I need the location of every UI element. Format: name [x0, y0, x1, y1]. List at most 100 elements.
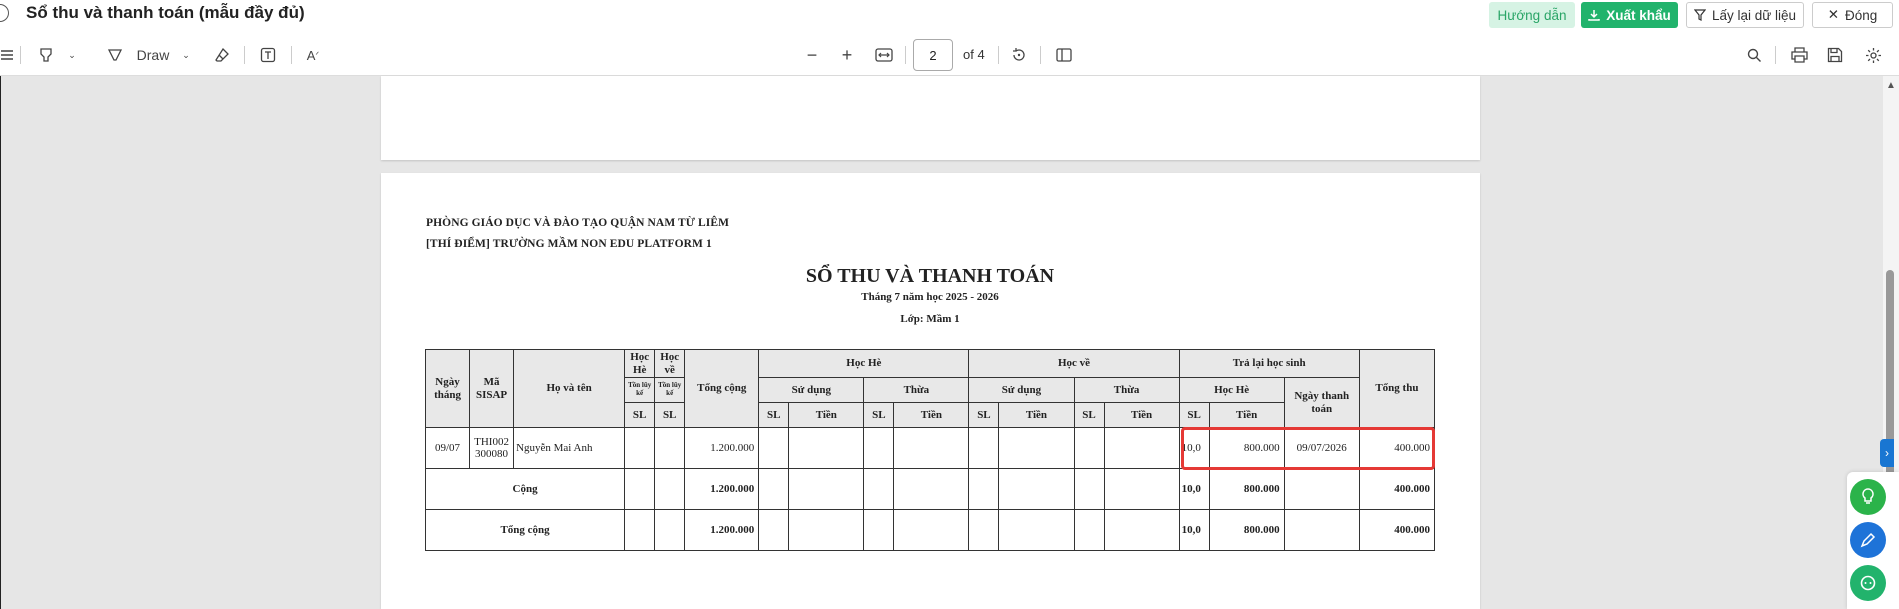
- close-button-label: Đóng: [1845, 7, 1878, 23]
- col-tien: Tiền: [1208, 402, 1285, 428]
- pdf-page-1: [381, 76, 1480, 160]
- org-line-1: PHÒNG GIÁO DỤC VÀ ĐÀO TẠO QUẬN NAM TỪ LI…: [426, 217, 730, 229]
- report-subtitle: Tháng 7 năm học 2025 - 2026: [861, 291, 999, 303]
- group-hoc-he: Học Hè: [758, 349, 970, 378]
- zoom-in-icon[interactable]: +: [837, 44, 857, 66]
- page-number-input[interactable]: 2: [913, 39, 953, 71]
- col-sisap: Mã SISAP: [469, 349, 515, 428]
- menu-icon[interactable]: [0, 44, 14, 66]
- subtotal-tra-sl: 10,0: [1178, 468, 1210, 510]
- subtotal-label: Cộng: [424, 468, 626, 510]
- download-icon: [1588, 10, 1600, 21]
- toolbar-divider: [291, 46, 292, 64]
- col-tien: Tiền: [893, 402, 970, 428]
- close-button[interactable]: ✕ Đóng: [1812, 2, 1893, 28]
- col-sl: SL: [758, 402, 790, 428]
- highlighter-icon[interactable]: [36, 44, 56, 66]
- cell-sisap: THI002 300080: [469, 427, 515, 469]
- col-ton-luy-ke: Tồn lũy kế: [624, 377, 656, 403]
- col-sl: SL: [1073, 402, 1105, 428]
- group-tra-lai: Trả lại học sinh: [1178, 349, 1360, 378]
- col-tong-thu: Tổng thu: [1358, 349, 1436, 428]
- subtotal-tra-tien: 800.000: [1208, 468, 1285, 510]
- total-tra-tien: 800.000: [1208, 509, 1285, 551]
- toolbar-divider: [998, 46, 999, 64]
- col-tien: Tiền: [1103, 402, 1180, 428]
- export-button-label: Xuất khẩu: [1606, 7, 1671, 23]
- col-hoc-ve: Học về: [654, 349, 686, 378]
- total-tong-cong: 1.200.000: [684, 509, 760, 551]
- settings-gear-icon[interactable]: [1862, 44, 1884, 66]
- col-name: Họ và tên: [513, 349, 626, 428]
- pen-draw-icon[interactable]: [104, 44, 126, 66]
- page-title: Sổ thu và thanh toán (mẫu đầy đủ): [26, 3, 305, 22]
- subgroup-thua: Thừa: [1073, 377, 1180, 403]
- col-sl: SL: [1178, 402, 1210, 428]
- col-tien: Tiền: [788, 402, 865, 428]
- subtotal-tong-cong: 1.200.000: [684, 468, 760, 510]
- col-sl: SL: [968, 402, 1000, 428]
- rotate-icon[interactable]: [1008, 44, 1030, 66]
- subtotal-row: Cộng 1.200.000 10,0 800.000 400.000: [424, 468, 1436, 510]
- side-panel-toggle[interactable]: ›: [1880, 439, 1894, 467]
- feedback-icon[interactable]: [1850, 522, 1886, 558]
- print-icon[interactable]: [1788, 44, 1810, 66]
- chevron-down-icon[interactable]: ⌄: [66, 44, 78, 66]
- page-layout-icon[interactable]: [1053, 44, 1075, 66]
- eraser-icon[interactable]: [212, 44, 232, 66]
- subgroup-su-dung: Sử dụng: [968, 377, 1075, 403]
- subgroup-su-dung: Sử dụng: [758, 377, 865, 403]
- col-ngay-thanh-toan: Ngày thanh toán: [1283, 377, 1360, 428]
- toolbar-divider: [1775, 46, 1776, 64]
- guide-button[interactable]: Hướng dẫn: [1489, 2, 1575, 28]
- reload-data-button[interactable]: Lấy lại dữ liệu: [1686, 2, 1804, 28]
- guide-button-label: Hướng dẫn: [1497, 7, 1567, 23]
- draw-tool-label[interactable]: Draw: [133, 44, 173, 66]
- col-tong-cong: Tổng cộng: [684, 349, 760, 428]
- col-tien: Tiền: [998, 402, 1075, 428]
- col-sl: SL: [863, 402, 895, 428]
- highlight-annotation: [1181, 427, 1435, 470]
- subgroup-tra-hoc-he: Học Hè: [1178, 377, 1285, 403]
- export-button[interactable]: Xuất khẩu: [1581, 2, 1678, 28]
- report-class: Lớp: Mầm 1: [900, 313, 960, 325]
- col-date: Ngày tháng: [424, 349, 471, 428]
- total-label: Tổng cộng: [424, 509, 626, 551]
- zoom-out-icon[interactable]: −: [802, 44, 822, 66]
- subtotal-tong-thu: 400.000: [1358, 468, 1436, 510]
- scroll-up-arrow-icon[interactable]: ▲: [1886, 80, 1896, 91]
- reload-data-label: Lấy lại dữ liệu: [1711, 7, 1797, 23]
- cell-tong-cong: 1.200.000: [684, 427, 760, 469]
- close-icon: ✕: [1827, 7, 1840, 22]
- col-sl: SL: [654, 402, 686, 428]
- org-line-2: [THÍ ĐIỂM] TRƯỜNG MẦM NON EDU PLATFORM 1: [426, 238, 712, 250]
- text-style-icon[interactable]: Aᐟ: [302, 44, 324, 66]
- total-row: Tổng cộng 1.200.000 10,0 800.000 400.000: [424, 509, 1436, 551]
- col-ton-luy-ke: Tồn lũy kế: [654, 377, 686, 403]
- cell-name: Nguyễn Mai Anh: [513, 427, 626, 469]
- app-logo-icon: [0, 4, 9, 22]
- search-icon[interactable]: [1744, 44, 1764, 66]
- app-header: Sổ thu và thanh toán (mẫu đầy đủ) Hướng …: [0, 0, 1899, 32]
- subgroup-thua: Thừa: [863, 377, 970, 403]
- cell-date: 09/07: [424, 427, 471, 469]
- total-tra-sl: 10,0: [1178, 509, 1210, 551]
- col-sl: SL: [624, 402, 656, 428]
- text-box-icon[interactable]: [258, 44, 278, 66]
- total-tong-thu: 400.000: [1358, 509, 1436, 551]
- toolbar-divider: [905, 46, 906, 64]
- fit-width-icon[interactable]: [873, 44, 895, 66]
- page-count: of 4: [963, 47, 985, 62]
- toolbar-divider: [1040, 46, 1041, 64]
- save-icon[interactable]: [1824, 44, 1846, 66]
- group-hoc-ve: Học về: [968, 349, 1180, 378]
- report-title: SỔ THU VÀ THANH TOÁN: [805, 265, 1055, 287]
- chevron-down-icon[interactable]: ⌄: [180, 44, 192, 66]
- toolbar-divider: [244, 46, 245, 64]
- toolbar-divider: [20, 46, 21, 64]
- filter-icon: [1693, 9, 1706, 21]
- col-hoc-he: Học Hè: [624, 349, 656, 378]
- chevron-right-icon: ›: [1885, 446, 1889, 460]
- chat-support-icon[interactable]: [1850, 565, 1886, 601]
- lightbulb-icon[interactable]: [1850, 479, 1886, 515]
